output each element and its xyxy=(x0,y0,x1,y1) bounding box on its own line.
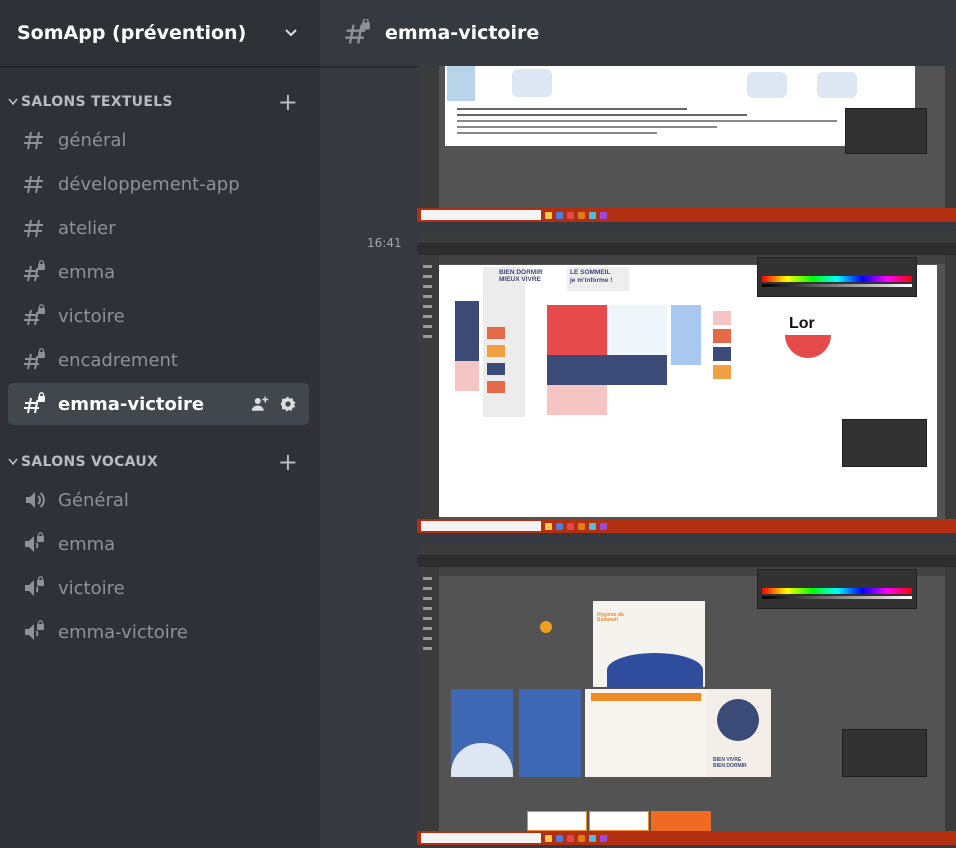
channel-item-général[interactable]: Général xyxy=(8,479,309,521)
right-panel xyxy=(945,66,956,210)
channel-label: Général xyxy=(58,489,129,511)
sample-text: Lor xyxy=(789,315,815,332)
channel-item-emma[interactable]: emma xyxy=(8,523,309,565)
color-panel xyxy=(757,569,917,609)
locked-hashtag-icon xyxy=(24,304,45,326)
color-panel xyxy=(757,257,917,297)
right-panel xyxy=(945,255,956,521)
text-channel-list: général développement-app atelier emma victo… xyxy=(0,119,320,425)
category-label: SALONS TEXTUELS xyxy=(21,94,173,110)
locked-hashtag-icon xyxy=(24,260,45,282)
gear-icon[interactable] xyxy=(279,395,297,413)
locked-hashtag-icon xyxy=(24,348,45,370)
locked-hashtag-icon xyxy=(24,392,45,414)
channel-label: victoire xyxy=(58,305,125,327)
channel-item-général[interactable]: général xyxy=(8,119,309,161)
channel-item-atelier[interactable]: atelier xyxy=(8,207,309,249)
poster-subtitle: LE SOMMEIL je m'informe ! xyxy=(567,267,629,291)
voice-channel-list: Général emma victoire emma-victoire xyxy=(0,479,320,653)
channel-sidebar: SomApp (prévention) SALONS TEXTUELS + gé… xyxy=(0,0,320,848)
windows-taskbar xyxy=(417,208,956,222)
locked-hashtag-icon xyxy=(345,19,370,44)
layers-panel xyxy=(845,108,927,154)
windows-taskbar xyxy=(417,519,956,533)
category-text-channels[interactable]: SALONS TEXTUELS + xyxy=(0,87,320,117)
chat-area: emma-victoire 16:41 BIEN DORMIR MIEUX VI… xyxy=(320,0,956,848)
control-bar xyxy=(417,555,956,567)
locked-speaker-icon xyxy=(25,532,44,552)
channel-item-emma-victoire[interactable]: emma-victoire xyxy=(8,611,309,653)
channel-item-développement-app[interactable]: développement-app xyxy=(8,163,309,205)
server-header[interactable]: SomApp (prévention) xyxy=(0,0,320,67)
windows-taskbar xyxy=(417,831,956,845)
locked-speaker-icon xyxy=(25,620,44,640)
category-voice-channels[interactable]: SALONS VOCAUX + xyxy=(0,447,320,477)
channel-label: emma xyxy=(58,261,116,283)
channel-item-emma[interactable]: emma xyxy=(8,251,309,293)
channel-label: emma-victoire xyxy=(58,621,188,643)
channel-item-victoire[interactable]: victoire xyxy=(8,295,309,337)
speaker-icon xyxy=(26,492,45,508)
illustrator-screenshot-3[interactable]: Hygiène du Sommeil BIEN VIVRE BIEN DORMIR xyxy=(417,543,956,845)
menu-bar xyxy=(417,231,956,243)
channel-label: emma xyxy=(58,533,116,555)
hashtag-icon xyxy=(24,175,43,194)
category-label: SALONS VOCAUX xyxy=(21,454,159,470)
channel-label: atelier xyxy=(58,217,116,239)
poster-subtitle: BIEN VIVRE BIEN DORMIR xyxy=(713,757,747,769)
illustrator-screenshot-1[interactable] xyxy=(417,66,956,222)
menu-bar xyxy=(417,543,956,555)
layers-panel xyxy=(842,419,927,467)
locked-speaker-icon xyxy=(25,576,44,596)
hashtag-icon xyxy=(24,131,43,150)
channel-header: emma-victoire xyxy=(320,0,956,67)
layers-panel xyxy=(842,729,927,777)
illustrator-screenshot-2[interactable]: BIEN DORMIR MIEUX VIVRE LE SOMMEIL je m'in… xyxy=(417,231,956,533)
plus-icon[interactable]: + xyxy=(278,90,298,114)
server-name: SomApp (prévention) xyxy=(17,22,247,44)
chevron-down-icon xyxy=(8,98,18,106)
channel-label: général xyxy=(58,129,127,151)
poster-title: Hygiène du Sommeil xyxy=(597,612,624,623)
channel-label: encadrement xyxy=(58,349,178,371)
channel-label: emma-victoire xyxy=(58,393,205,415)
channel-title: emma-victoire xyxy=(385,22,540,44)
tool-panel xyxy=(417,66,439,210)
channel-label: développement-app xyxy=(58,173,240,195)
chevron-down-icon[interactable] xyxy=(284,26,298,40)
poster-title: BIEN DORMIR MIEUX VIVRE xyxy=(499,269,543,283)
chevron-down-icon xyxy=(8,458,18,466)
hashtag-icon xyxy=(24,219,43,238)
message-timestamp: 16:41 xyxy=(367,236,402,250)
channel-item-encadrement[interactable]: encadrement xyxy=(8,339,309,381)
add-member-icon[interactable] xyxy=(251,395,269,413)
control-bar xyxy=(417,243,956,255)
channel-item-victoire[interactable]: victoire xyxy=(8,567,309,609)
tool-panel xyxy=(417,567,439,833)
channel-item-emma-victoire[interactable]: emma-victoire xyxy=(8,383,309,425)
right-panel xyxy=(945,567,956,833)
channel-label: victoire xyxy=(58,577,125,599)
tool-panel xyxy=(417,255,439,521)
plus-icon[interactable]: + xyxy=(278,450,298,474)
discord-window: SomApp (prévention) SALONS TEXTUELS + gé… xyxy=(0,0,956,848)
